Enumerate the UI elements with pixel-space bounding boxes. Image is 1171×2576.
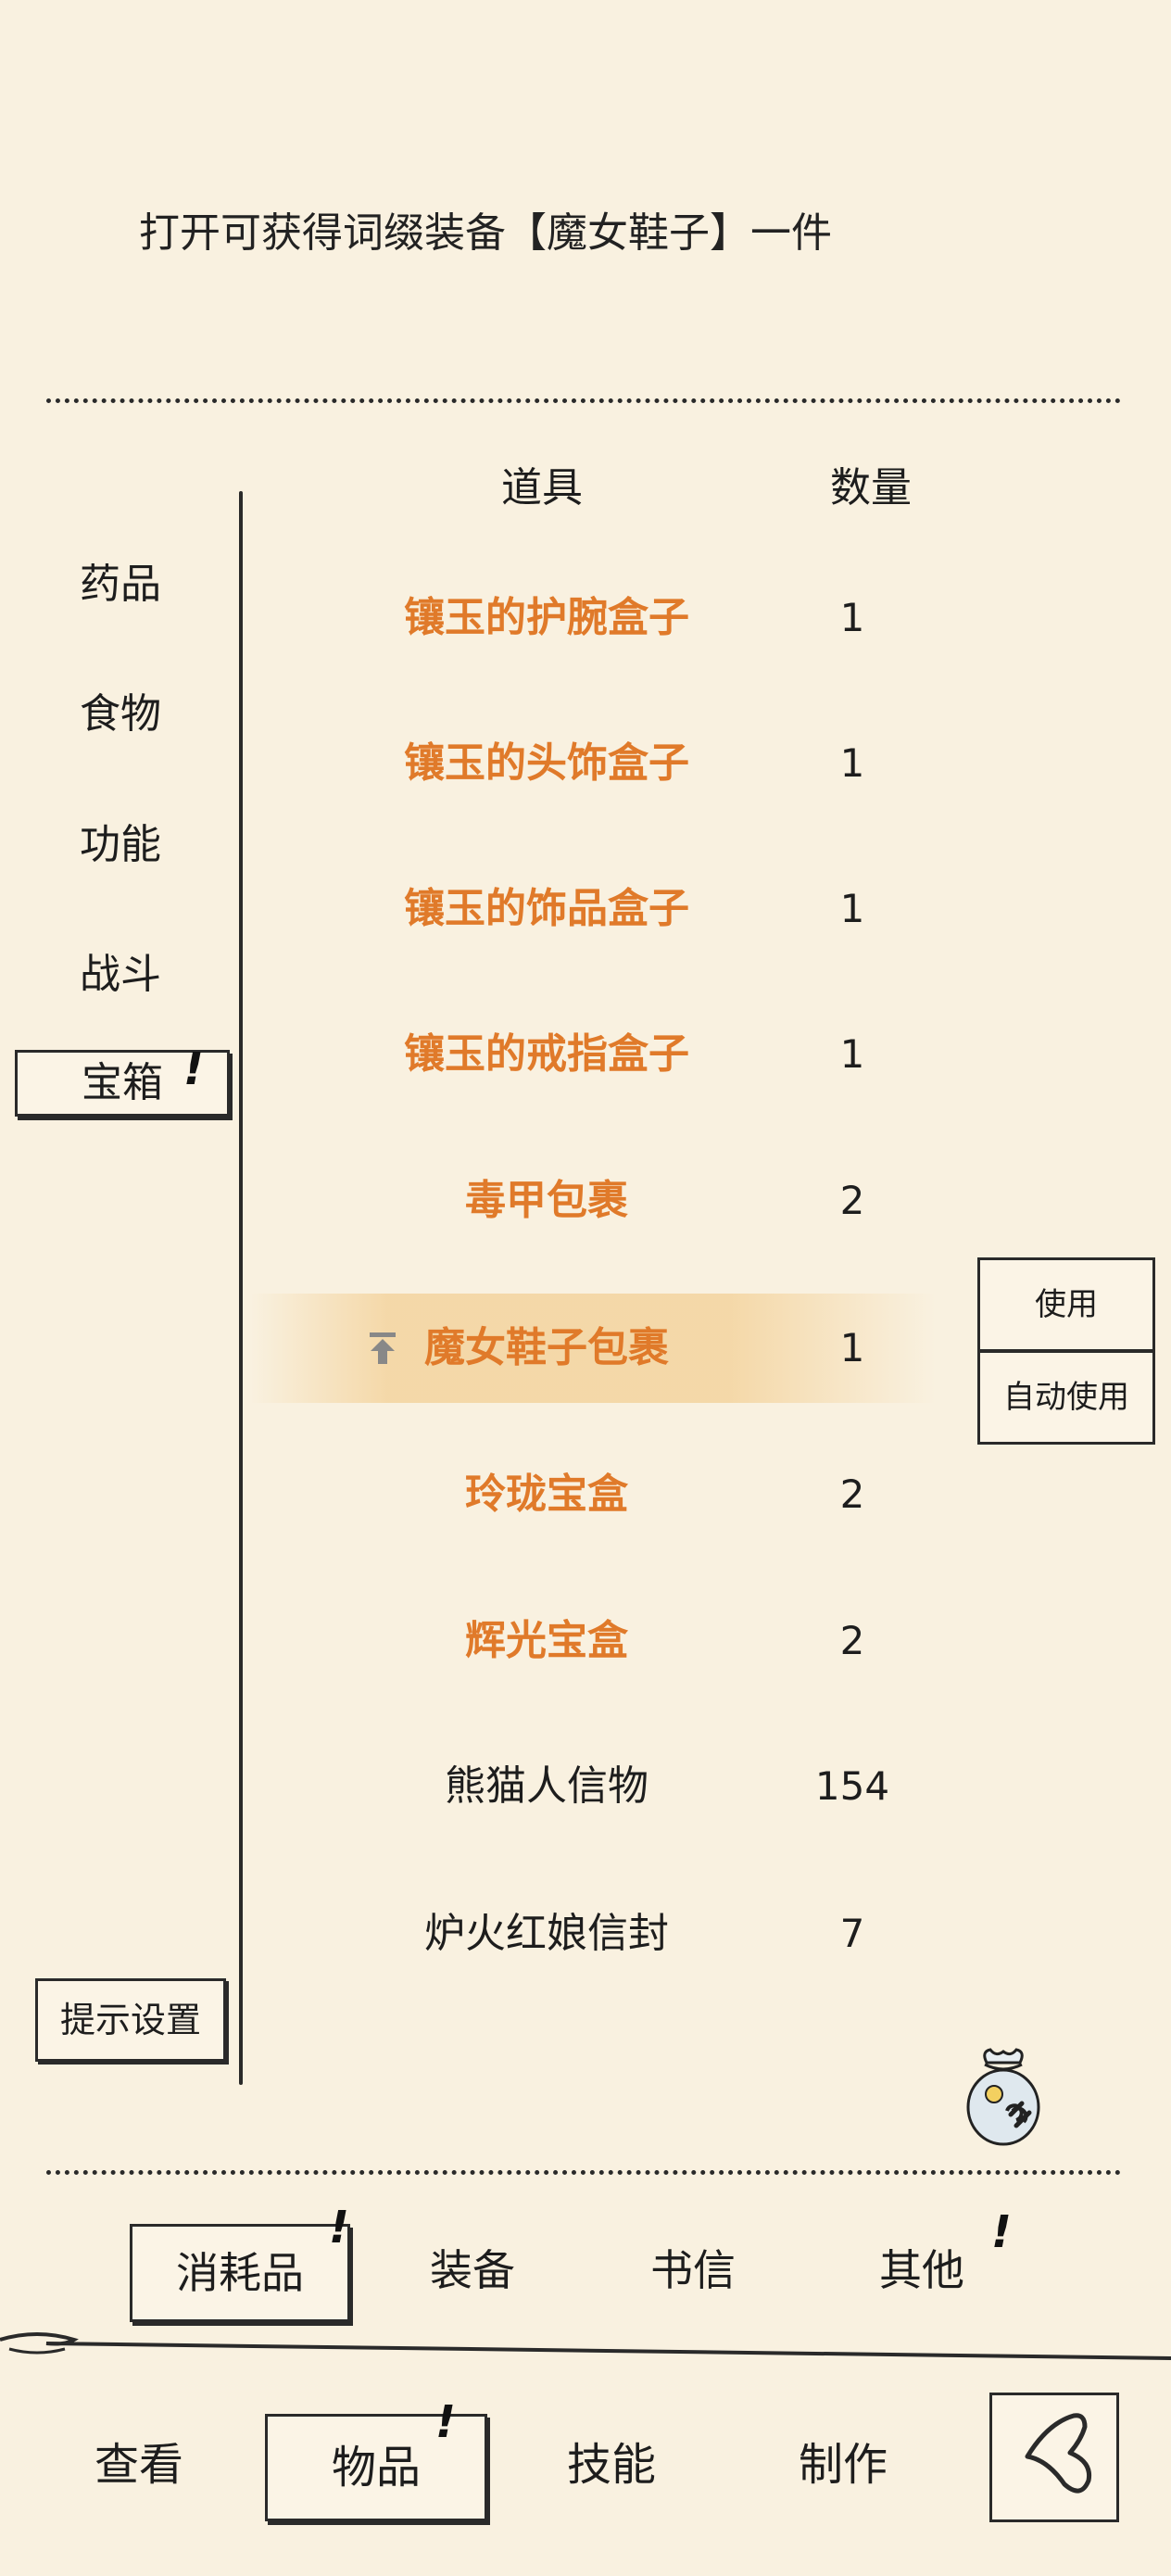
list-item[interactable]: 炉火红娘信封 7 [250,1878,1102,1989]
list-item[interactable]: 毒甲包裹 2 [250,1145,1102,1256]
subtab-other[interactable]: 其他 [826,2224,1017,2317]
back-button[interactable] [989,2393,1119,2522]
item-qty: 2 [839,1618,865,1663]
auto-use-button[interactable]: 自动使用 [977,1350,1155,1445]
category-function[interactable]: 功能 [19,813,222,878]
item-qty: 1 [839,595,865,640]
back-arrow-icon [1025,2413,1092,2494]
column-header-qty: 数量 [830,464,912,511]
subtab-equipment[interactable]: 装备 [380,2224,565,2317]
subtab-letters[interactable]: 书信 [600,2224,786,2317]
notification-mark-icon: ! [991,2206,1012,2258]
hint-settings-button[interactable]: 提示设置 [35,1978,226,2062]
list-item[interactable]: 熊猫人信物 154 [250,1731,1102,1842]
notification-mark-icon: ! [435,2396,456,2448]
item-qty: 1 [839,1325,865,1370]
list-item[interactable]: 辉光宝盒 2 [250,1585,1102,1697]
item-description: 打开可获得词缀装备【魔女鞋子】一件 [139,209,832,257]
item-qty: 1 [839,740,865,786]
divider-top [46,398,1121,403]
notification-mark-icon: ! [183,1043,204,1095]
list-item[interactable]: 镶玉的护腕盒子 1 [250,562,1102,674]
subtab-consumables[interactable]: 消耗品 [130,2224,350,2322]
item-qty: 7 [839,1911,865,1956]
category-combat[interactable]: 战斗 [19,942,222,1007]
list-item[interactable]: 镶玉的饰品盒子 1 [250,853,1102,965]
column-header-item: 道具 [501,464,583,511]
item-qty: 154 [814,1763,890,1809]
item-qty: 1 [839,886,865,931]
divider-bottom [46,2170,1121,2175]
tab-crafting[interactable]: 制作 [760,2414,926,2516]
item-qty: 1 [839,1031,865,1077]
tab-skills[interactable]: 技能 [528,2414,695,2516]
item-qty: 2 [839,1178,865,1223]
use-button[interactable]: 使用 [977,1257,1155,1352]
category-medicine[interactable]: 药品 [19,552,222,617]
list-item[interactable]: 镶玉的头饰盒子 1 [250,708,1102,819]
tab-view[interactable]: 查看 [56,2414,222,2516]
notification-mark-icon: ! [329,2202,349,2254]
upgrade-arrow-icon [370,1332,396,1364]
category-divider [239,491,243,2085]
category-food[interactable]: 食物 [19,682,222,747]
nav-border [0,2332,1171,2360]
loot-bag-icon[interactable] [959,2046,1048,2153]
list-item[interactable]: 玲珑宝盒 2 [250,1439,1102,1550]
list-item[interactable]: 镶玉的戒指盒子 1 [250,999,1102,1110]
item-qty: 2 [839,1471,865,1517]
